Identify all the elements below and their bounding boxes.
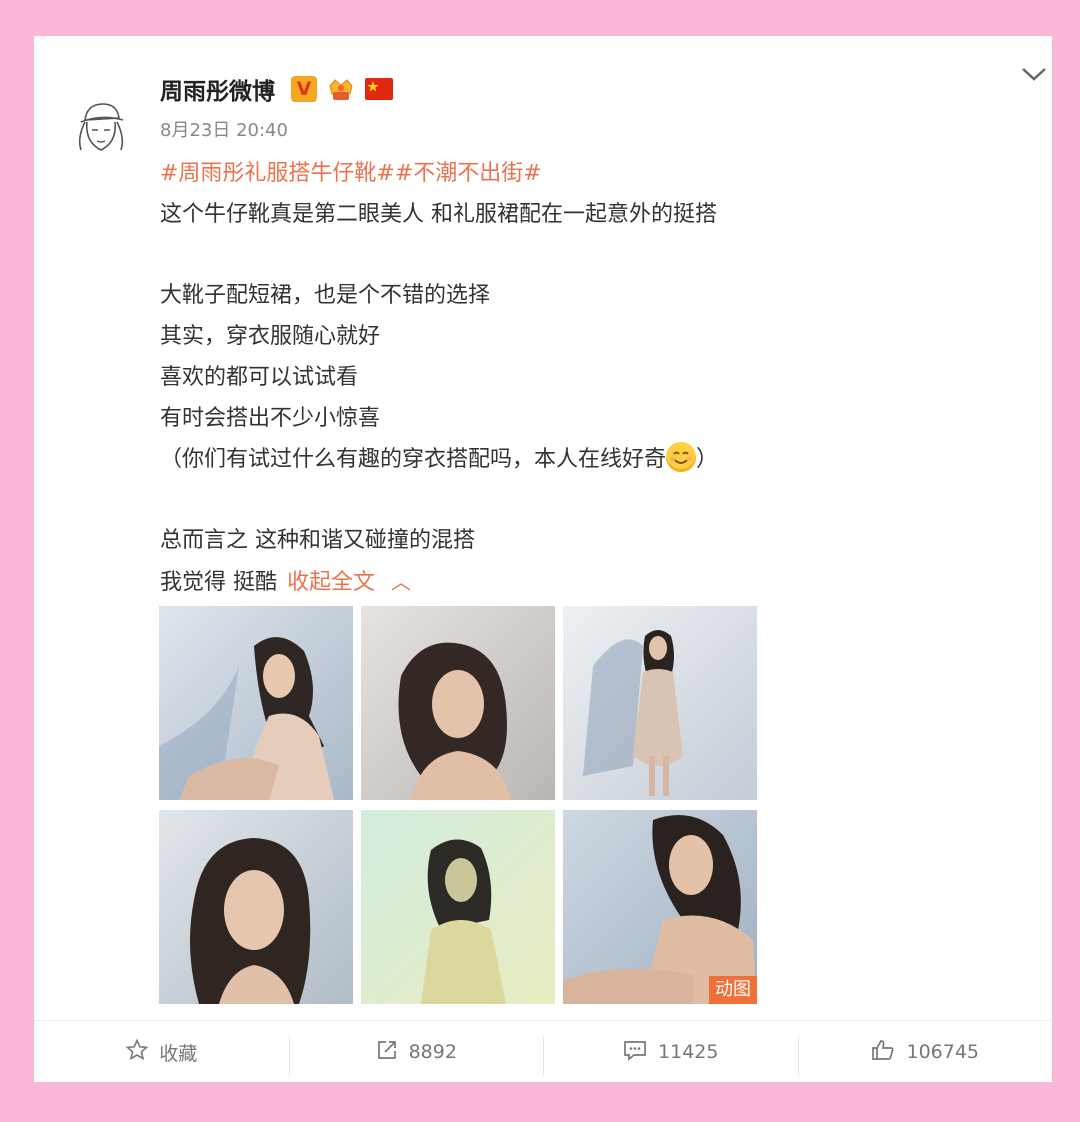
content-line: 喜欢的都可以试试看 (160, 364, 359, 390)
post-content: #周雨彤礼服搭牛仔靴##不潮不出街# 这个牛仔靴真是第二眼美人 和礼服裙配在一起… (160, 154, 920, 603)
photo-thumbnail[interactable] (361, 810, 555, 1004)
favorite-button[interactable]: 收藏 (34, 1021, 289, 1083)
photo-thumbnail[interactable] (159, 810, 353, 1004)
repost-count: 8892 (408, 1041, 457, 1063)
content-line (160, 480, 920, 521)
photo-grid: 动图 (159, 606, 759, 1004)
share-icon (375, 1038, 399, 1067)
content-text-tail: ） (696, 446, 719, 472)
v-badge-icon[interactable]: V (291, 76, 317, 102)
hashtags: #周雨彤礼服搭牛仔靴##不潮不出街# (160, 154, 920, 195)
content-line: 这个牛仔靴真是第二眼美人 和礼服裙配在一起意外的挺搭 (160, 201, 717, 227)
action-bar: 收藏 8892 11425 106745 (34, 1020, 1052, 1083)
chevron-down-icon[interactable] (1019, 62, 1049, 86)
photo-thumbnail[interactable] (563, 606, 757, 800)
crown-icon[interactable] (327, 76, 355, 102)
repost-button[interactable]: 8892 (288, 1021, 544, 1083)
comment-icon (622, 1038, 648, 1067)
content-line (160, 236, 920, 277)
content-line: 大靴子配短裙，也是个不错的选择 (160, 283, 491, 309)
hashtag-link[interactable]: #周雨彤礼服搭牛仔靴##不潮不出街# (160, 161, 542, 186)
like-icon (870, 1038, 896, 1067)
photo-thumbnail[interactable] (361, 606, 555, 800)
china-flag-icon (365, 78, 393, 100)
content-line: 总而言之 这种和谐又碰撞的混搭 (160, 528, 475, 554)
content-text: （你们有试过什么有趣的穿衣搭配吗，本人在线好奇 (160, 446, 667, 472)
content-last-line: 我觉得 挺酷 收起全文 ︿ (160, 562, 920, 603)
comment-count: 11425 (658, 1041, 719, 1063)
smile-emoji-icon (666, 441, 697, 472)
photo-thumbnail[interactable] (159, 606, 353, 800)
photo-thumbnail[interactable]: 动图 (563, 810, 757, 1004)
collapse-link[interactable]: 收起全文 (287, 570, 375, 595)
weibo-post-card: 周雨彤微博 V 8月23日 20:40 #周雨彤礼服搭牛仔靴##不潮不出街# 这… (34, 36, 1052, 1082)
post-date[interactable]: 8月23日 20:40 (160, 116, 288, 142)
content-line: 有时会搭出不少小惊喜 (160, 405, 381, 431)
like-button[interactable]: 106745 (797, 1021, 1053, 1083)
gif-badge: 动图 (709, 976, 757, 1004)
username[interactable]: 周雨彤微博 (160, 72, 275, 106)
chevron-up-icon[interactable]: ︿ (391, 570, 411, 594)
star-icon (125, 1038, 149, 1067)
favorite-label: 收藏 (159, 1042, 198, 1065)
content-text: 我觉得 挺酷 (160, 569, 277, 595)
content-line: 其实，穿衣服随心就好 (160, 324, 381, 350)
like-count: 106745 (906, 1041, 980, 1063)
comment-button[interactable]: 11425 (543, 1021, 798, 1083)
avatar[interactable] (67, 94, 135, 162)
post-header: 周雨彤微博 V (160, 72, 393, 106)
content-line-with-emoji: （你们有试过什么有趣的穿衣搭配吗，本人在线好奇 ） (160, 440, 920, 481)
